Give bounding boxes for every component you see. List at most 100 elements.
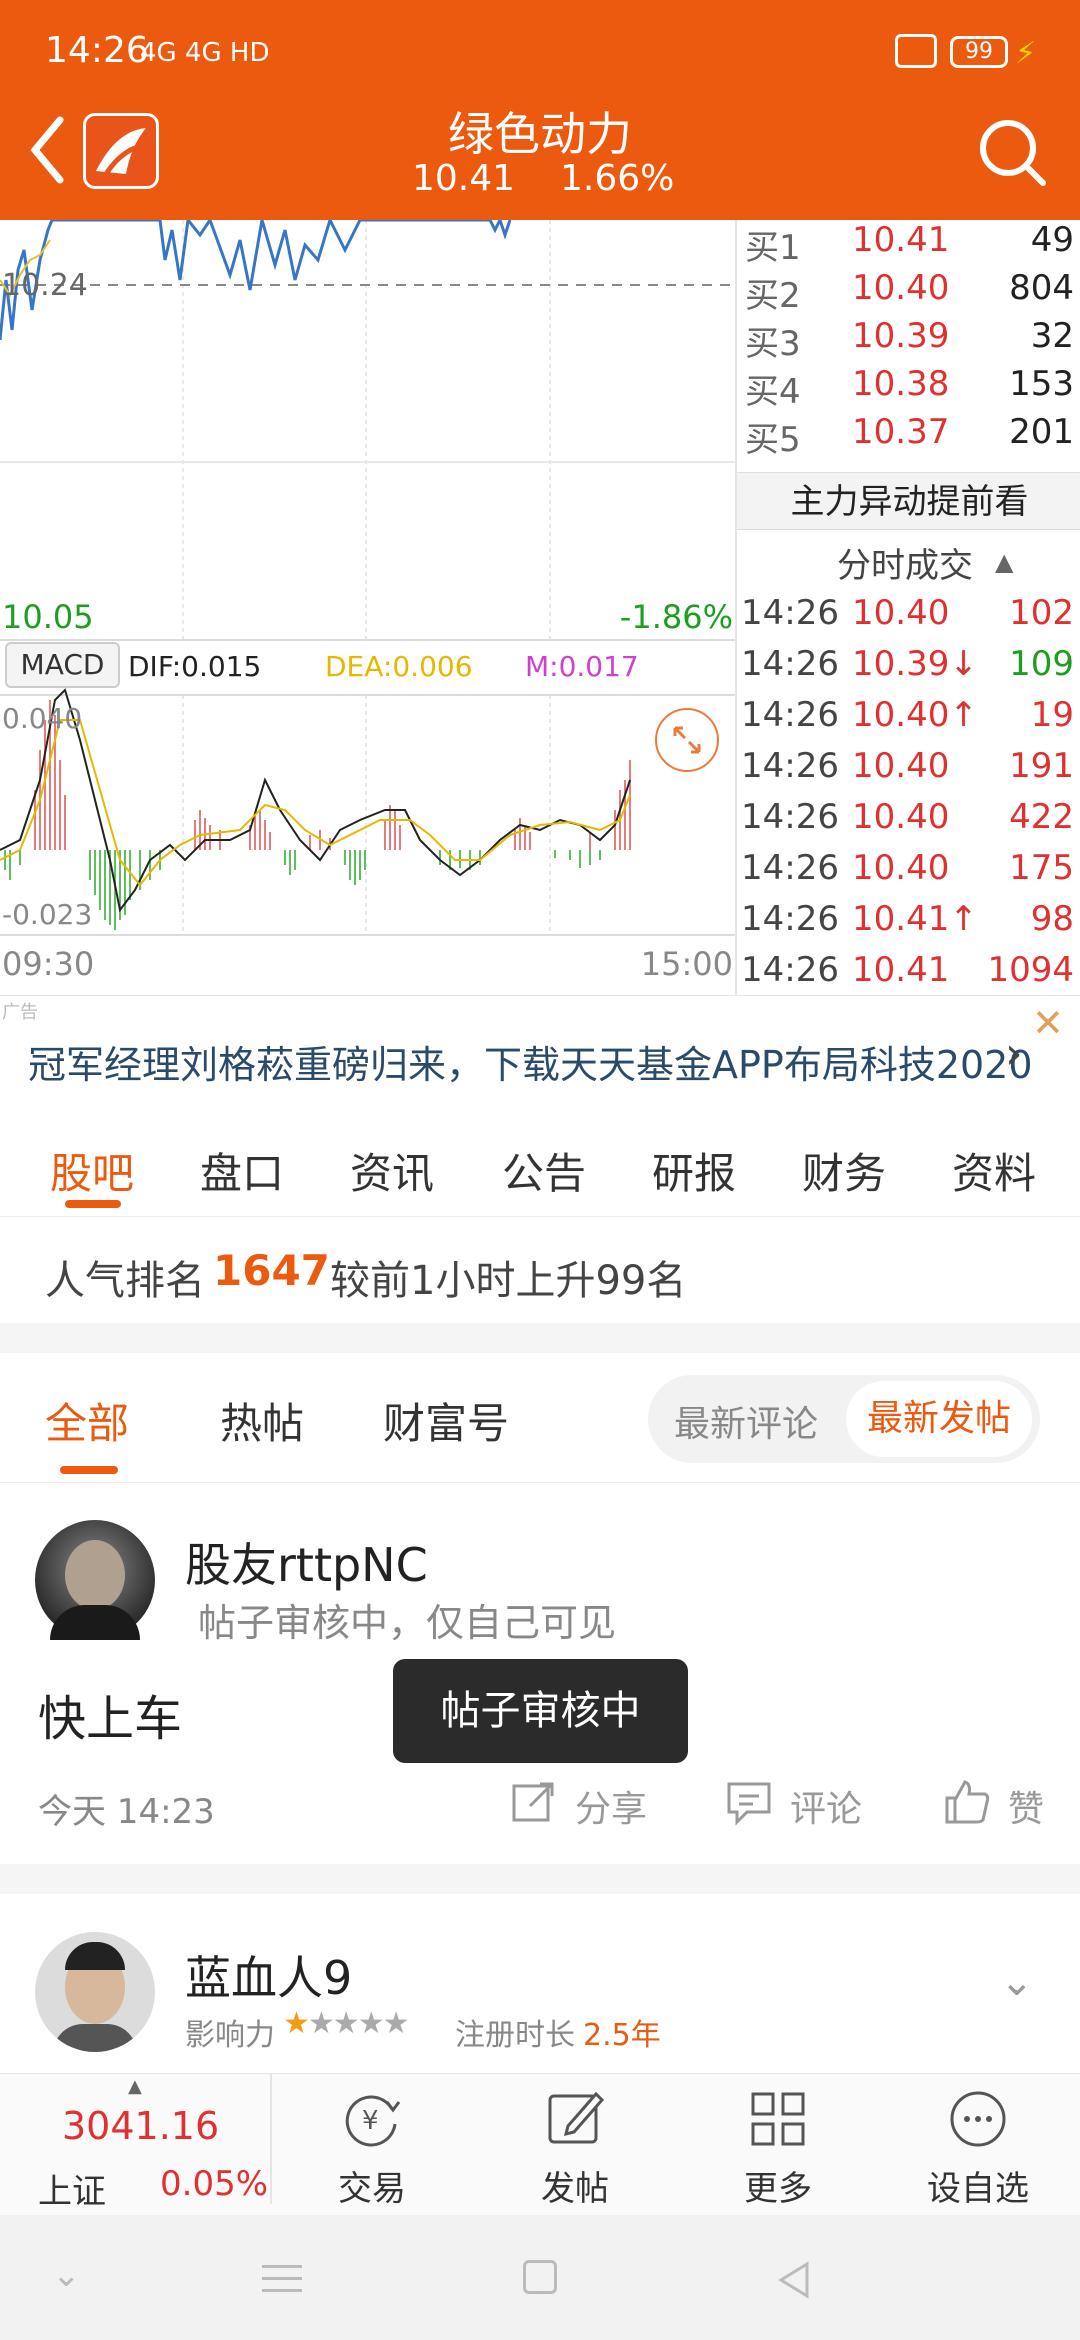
bid-row-3: 买3 10.39 32 [745, 316, 1074, 364]
post-username[interactable]: 股友rttpNC [185, 1529, 428, 1595]
more-dots-icon [950, 2091, 1006, 2147]
time-start-label: 09:30 [2, 945, 95, 983]
divider [0, 1323, 1080, 1353]
subtab-indicator [60, 1466, 118, 1474]
like-button[interactable]: 赞 [943, 1778, 1053, 1830]
register-value: 2.5年 [583, 2018, 661, 2053]
comment-button[interactable]: 评论 [725, 1778, 875, 1830]
macd-top-label: 0.040 [2, 702, 83, 735]
bid-row-5: 买5 10.37 201 [745, 412, 1074, 460]
nav-more[interactable]: 更多 [708, 2084, 848, 2210]
sort-up-icon[interactable]: ▲ [995, 548, 1013, 576]
post-username[interactable]: 蓝血人9 [185, 1942, 352, 2008]
system-nav-bar: ⌄ [0, 2215, 1080, 2340]
caret-up-icon: ▲ [128, 2076, 142, 2097]
rank-value: 1647 [213, 1246, 330, 1295]
bid-row-2: 买2 10.40 804 [745, 268, 1074, 316]
grid-icon [751, 2092, 805, 2146]
tab-pankou[interactable]: 盘口 [200, 1140, 284, 1201]
low-price-label: 10.05 [2, 598, 94, 636]
ad-text[interactable]: 冠军经理刘格菘重磅归来，下载天天基金APP布局科技2020 [28, 1034, 1033, 1089]
time-end-label: 15:00 [640, 945, 733, 983]
popularity-rank: 人气排名 1647 较前1小时上升99名 [45, 1246, 687, 1304]
back-nav-icon[interactable] [775, 2260, 815, 2300]
trades-title[interactable]: 分时成交 [837, 538, 973, 587]
network-indicator: 4G 4G HD [140, 38, 270, 68]
bid-row-4: 买4 10.38 153 [745, 364, 1074, 412]
main-force-button[interactable]: 主力异动提前看 [737, 472, 1080, 530]
sort-latest-comment[interactable]: 最新评论 [674, 1395, 818, 1447]
tab-indicator [65, 1200, 121, 1208]
intraday-chart[interactable]: 10.24 10.05 -1.86% MACD DIF:0.015 DEA:0.… [0, 220, 735, 995]
divider [270, 2074, 272, 2204]
nav-post[interactable]: 发帖 [505, 2084, 645, 2210]
trade-row: 14:26 10.41↑ 98 [741, 899, 1074, 939]
comment-icon [727, 1782, 771, 1826]
search-icon [980, 120, 1046, 186]
trade-row: 14:26 10.40 191 [741, 746, 1074, 786]
order-book: 买1 10.41 49 买2 10.40 804 买3 10.39 32 买4 10.38 15… [735, 220, 1080, 995]
subtab-caifuhao[interactable]: 财富号 [383, 1390, 509, 1451]
macd-selector-button[interactable]: MACD [5, 642, 120, 688]
bid-row-1: 买1 10.41 49 [745, 220, 1074, 268]
stock-change-pct: 1.66% [560, 158, 675, 199]
yen-cycle-icon: ¥ [345, 2095, 401, 2147]
macd-bottom-label: -0.023 [2, 898, 93, 931]
subtab-hot[interactable]: 热帖 [220, 1390, 304, 1451]
svg-text:¥: ¥ [362, 2106, 379, 2136]
tab-notices[interactable]: 公告 [502, 1140, 586, 1201]
bottom-nav: ▲ 3041.16 上证 0.05% ¥ 交易 发帖 更多 设自选 [0, 2073, 1080, 2215]
subtab-all[interactable]: 全部 [45, 1390, 129, 1451]
tab-research[interactable]: 研报 [652, 1140, 736, 1201]
nav-add-watchlist[interactable]: 设自选 [908, 2084, 1048, 2210]
sort-toggle[interactable]: 最新评论 最新发帖 [648, 1375, 1040, 1463]
vibrate-icon [895, 34, 937, 68]
charging-icon: ⚡ [1015, 36, 1037, 71]
home-icon[interactable] [523, 2260, 557, 2294]
toast-message: 帖子审核中 [393, 1659, 688, 1763]
tab-news[interactable]: 资讯 [350, 1140, 434, 1201]
stock-price: 10.41 [412, 158, 516, 199]
post-content[interactable]: 快上车 [38, 1679, 182, 1749]
ad-banner[interactable]: 广告 冠军经理刘格菘重磅归来，下载天天基金APP布局科技2020 › ✕ [0, 995, 1080, 1112]
share-icon [512, 1782, 554, 1822]
divider [0, 1864, 1080, 1894]
sort-latest-post[interactable]: 最新发帖 [846, 1381, 1032, 1457]
index-pct[interactable]: 0.05% [160, 2164, 268, 2204]
tab-profile[interactable]: 资料 [952, 1140, 1036, 1201]
post-card[interactable]: 蓝血人9 影响力 ★★★★★ 注册时长 2.5年 ⌄ [0, 1894, 1080, 2074]
low-pct-label: -1.86% [619, 598, 733, 636]
influence-label: 影响力 [185, 2018, 275, 2053]
rank-change: 较前1小时上升99名 [330, 1258, 687, 1304]
ref-price-label: 10.24 [2, 268, 88, 303]
avatar[interactable] [35, 1520, 155, 1640]
collapse-icon[interactable]: ⌄ [52, 2255, 81, 2295]
index-name[interactable]: 上证 [38, 2164, 106, 2213]
edit-icon [548, 2091, 605, 2144]
dea-value: DEA:0.006 [325, 650, 473, 683]
trade-row: 14:26 10.40 175 [741, 848, 1074, 888]
trade-row: 14:26 10.40 422 [741, 797, 1074, 837]
dif-value: DIF:0.015 [128, 650, 262, 683]
ad-tag: 广告 [2, 1002, 38, 1023]
stock-name: 绿色动力 [448, 107, 632, 161]
share-button[interactable]: 分享 [510, 1778, 650, 1830]
index-value[interactable]: 3041.16 [62, 2104, 219, 2148]
expand-icon [673, 726, 701, 754]
trade-row: 14:26 10.41 1094 [741, 950, 1074, 990]
fullscreen-button[interactable] [655, 708, 719, 772]
chevron-right-icon: › [1005, 1028, 1023, 1079]
status-time: 14:26 [45, 30, 149, 71]
close-ad-icon[interactable]: ✕ [1032, 1001, 1064, 1045]
search-button[interactable] [975, 115, 1050, 190]
battery-icon: 99 [950, 36, 1008, 68]
nav-trade[interactable]: ¥ 交易 [302, 2084, 442, 2210]
thumbs-up-icon [945, 1780, 990, 1824]
chevron-down-icon[interactable]: ⌄ [1000, 1959, 1034, 2005]
menu-icon[interactable] [262, 2265, 302, 2295]
register-label: 注册时长 [455, 2018, 575, 2053]
tab-guba[interactable]: 股吧 [50, 1140, 134, 1201]
tab-finance[interactable]: 财务 [802, 1140, 886, 1201]
avatar[interactable] [35, 1932, 155, 2052]
post-time: 今天 14:23 [38, 1792, 215, 1832]
